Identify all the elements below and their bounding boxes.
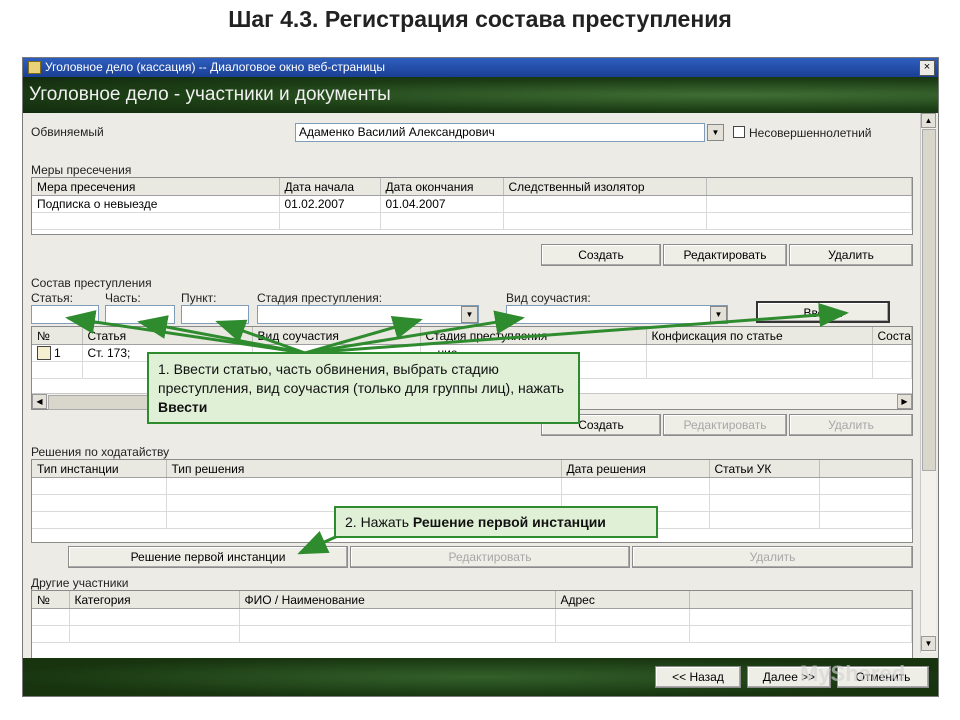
participants-title: Другие участники xyxy=(31,576,129,590)
point-label: Пункт: xyxy=(181,291,217,305)
crime-delete-button[interactable]: Удалить xyxy=(789,414,913,436)
participants-col[interactable]: ФИО / Наименование xyxy=(239,591,556,609)
stage-label: Стадия преступления: xyxy=(257,291,383,305)
scroll-left-icon[interactable]: ◀ xyxy=(32,394,47,409)
slide-title: Шаг 4.3. Регистрация состава преступлени… xyxy=(228,6,732,32)
callout-step-2-bold: Решение первой инстанции xyxy=(412,514,606,530)
measures-create-button[interactable]: Создать xyxy=(541,244,661,266)
crime-col[interactable]: Конфискация по статье xyxy=(646,327,873,345)
banner-title: Уголовное дело - участники и документы xyxy=(23,77,938,113)
measures-col-empty xyxy=(706,178,912,196)
table-row[interactable]: Подписка о невыезде 01.02.2007 01.04.200… xyxy=(32,195,912,213)
article-label: Статья: xyxy=(31,291,74,305)
crime-col[interactable]: Стадия преступления xyxy=(420,327,647,345)
chevron-down-icon[interactable]: ▼ xyxy=(707,124,724,141)
crime-title: Состав преступления xyxy=(31,276,152,290)
chevron-down-icon[interactable]: ▼ xyxy=(461,306,478,323)
measures-col[interactable]: Мера пресечения xyxy=(32,178,280,196)
crime-edit-button[interactable]: Редактировать xyxy=(663,414,787,436)
measures-title: Меры пресечения xyxy=(31,163,132,177)
petitions-col[interactable]: Тип решения xyxy=(166,460,562,478)
enter-button[interactable]: Ввести xyxy=(756,301,890,323)
stage-select[interactable] xyxy=(257,305,479,324)
participants-col[interactable]: Адрес xyxy=(555,591,690,609)
watermark-logo: MyShared xyxy=(800,661,906,686)
petitions-col-empty xyxy=(819,460,912,478)
petitions-col[interactable]: Тип инстанции xyxy=(32,460,167,478)
participants-col[interactable]: № xyxy=(32,591,70,609)
measures-col[interactable]: Дата начала xyxy=(279,178,381,196)
callout-step-2: 2. Нажать Решение первой инстанции xyxy=(334,506,658,538)
scroll-thumb[interactable] xyxy=(48,395,150,410)
crime-col[interactable]: Соста xyxy=(872,327,912,345)
callout-step-2-text: 2. Нажать xyxy=(345,514,413,530)
back-button[interactable]: << Назад xyxy=(655,666,741,688)
scroll-right-icon[interactable]: ▶ xyxy=(897,394,912,409)
cell: 1 xyxy=(32,344,83,362)
complicity-select[interactable] xyxy=(506,305,728,324)
petitions-delete-button[interactable]: Удалить xyxy=(632,546,913,568)
chevron-down-icon[interactable]: ▼ xyxy=(710,306,727,323)
measures-table: Мера пресечения Дата начала Дата окончан… xyxy=(31,177,913,235)
minor-checkbox[interactable] xyxy=(733,126,745,138)
close-button[interactable]: × xyxy=(919,60,935,76)
table-row xyxy=(32,608,912,626)
table-row xyxy=(32,625,912,643)
measures-edit-button[interactable]: Редактировать xyxy=(663,244,787,266)
cell xyxy=(872,344,912,362)
petitions-col[interactable]: Статьи УК xyxy=(709,460,820,478)
participants-col[interactable]: Категория xyxy=(69,591,240,609)
petitions-edit-button[interactable]: Редактировать xyxy=(350,546,630,568)
callout-step-1-text: 1. Ввести статью, часть обвинения, выбра… xyxy=(158,361,565,396)
accused-label: Обвиняемый xyxy=(31,125,104,139)
document-icon xyxy=(28,61,41,74)
cell xyxy=(503,195,707,213)
participants-col-empty xyxy=(689,591,912,609)
crime-col[interactable]: № xyxy=(32,327,83,345)
vertical-scrollbar[interactable]: ▲ ▼ xyxy=(920,113,936,653)
callout-step-1: 1. Ввести статью, часть обвинения, выбра… xyxy=(147,352,580,424)
window-titlebar: Уголовное дело (кассация) -- Диалоговое … xyxy=(23,58,938,77)
crime-col[interactable]: Статья xyxy=(82,327,253,345)
cell: 01.04.2007 xyxy=(380,195,504,213)
article-input[interactable] xyxy=(31,305,99,324)
measures-delete-button[interactable]: Удалить xyxy=(789,244,913,266)
petitions-title: Решения по ходатайству xyxy=(31,445,170,459)
table-row xyxy=(32,212,912,230)
cell xyxy=(646,344,873,362)
scroll-up-icon[interactable]: ▲ xyxy=(921,113,936,128)
participants-table: № Категория ФИО / Наименование Адрес xyxy=(31,590,913,658)
petitions-col[interactable]: Дата решения xyxy=(561,460,710,478)
table-row xyxy=(32,477,912,495)
cell: 01.02.2007 xyxy=(279,195,381,213)
minor-label: Несовершеннолетний xyxy=(749,126,872,140)
measures-col[interactable]: Дата окончания xyxy=(380,178,504,196)
edit-pencil-icon[interactable] xyxy=(37,346,51,361)
scroll-thumb[interactable] xyxy=(922,129,936,471)
crime-col[interactable]: Вид соучастия xyxy=(252,327,421,345)
part-input[interactable] xyxy=(105,305,175,324)
scroll-down-icon[interactable]: ▼ xyxy=(921,636,936,651)
part-label: Часть: xyxy=(105,291,141,305)
point-input[interactable] xyxy=(181,305,249,324)
first-instance-button[interactable]: Решение первой инстанции xyxy=(68,546,348,568)
complicity-label: Вид соучастия: xyxy=(506,291,591,305)
accused-select[interactable]: Адаменко Василий Александрович xyxy=(295,123,705,142)
callout-step-1-bold: Ввести xyxy=(158,399,208,415)
cell xyxy=(706,195,912,213)
measures-col[interactable]: Следственный изолятор xyxy=(503,178,707,196)
window-title: Уголовное дело (кассация) -- Диалоговое … xyxy=(45,60,386,74)
cell: Подписка о невыезде xyxy=(32,195,280,213)
